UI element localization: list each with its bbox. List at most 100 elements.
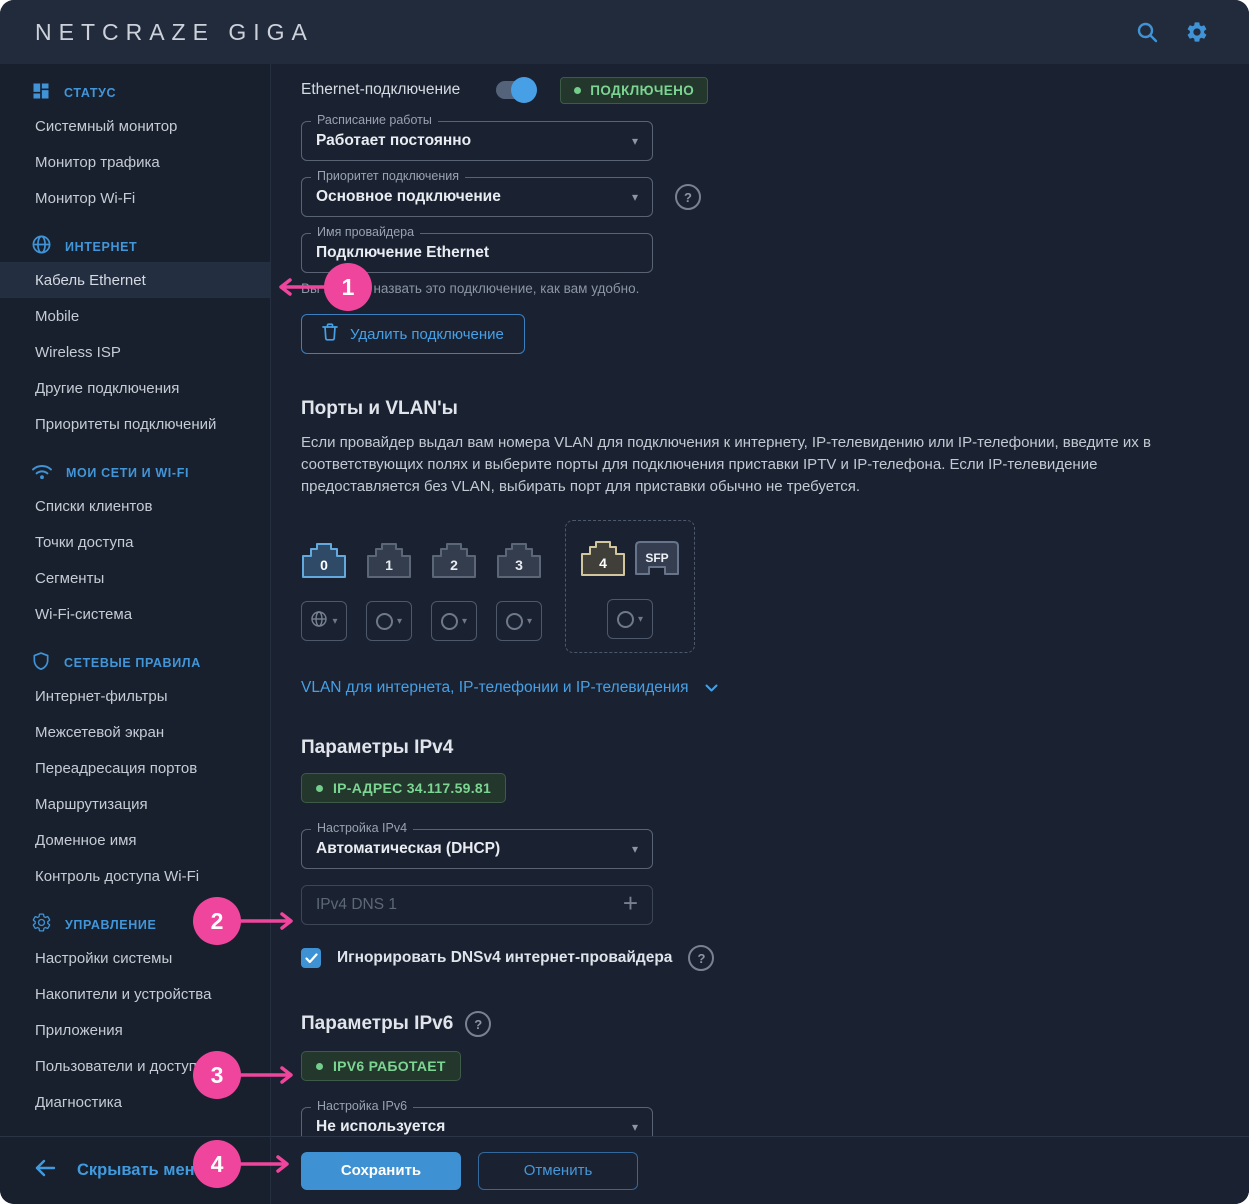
ports-section-title: Порты и VLAN'ы (301, 398, 1209, 420)
annotation-2: 2 (193, 897, 241, 945)
port-0-role-select[interactable]: ▾ (301, 601, 347, 641)
schedule-select[interactable]: Расписание работы Работает постоянно ▾ (301, 121, 653, 161)
app-header: NETCRAZE GIGA (0, 0, 1249, 64)
port-4-sfp-group: 4 SFP ▾ (565, 520, 695, 653)
connection-title: Ethernet-подключение (301, 81, 460, 99)
annotation-2-arrow (238, 911, 298, 931)
ports-row: 0 ▾ 1 ▾ 2 ▾ 3 ▾ (301, 520, 1209, 653)
circle-icon (376, 613, 393, 630)
globe-icon (31, 234, 52, 260)
main-panel: Ethernet-подключение ПОДКЛЮЧЕНО Расписан… (270, 64, 1249, 1204)
port-2-icon[interactable]: 2 (431, 541, 477, 584)
ipv6-section-title: Параметры IPv6 ? (301, 1011, 1209, 1037)
ipv6-config-select[interactable]: Настройка IPv6 Не используется ▾ (301, 1107, 653, 1136)
ignore-dns-checkbox[interactable] (301, 948, 321, 968)
chevron-down-icon: ▾ (632, 842, 638, 856)
delete-connection-button[interactable]: Удалить подключение (301, 314, 525, 354)
chevron-down-icon (705, 679, 718, 697)
save-button[interactable]: Сохранить (301, 1152, 461, 1190)
ipv4-config-value: Автоматическая (DHCP) (316, 840, 624, 858)
sidebar-item-segments[interactable]: Сегменты (0, 560, 270, 596)
sidebar-item-wifi-monitor[interactable]: Монитор Wi-Fi (0, 180, 270, 216)
help-icon[interactable]: ? (688, 945, 714, 971)
ipv4-address-badge: IP-АДРЕС 34.117.59.81 (301, 773, 506, 803)
chevron-down-icon: ▾ (397, 616, 402, 627)
port-0-icon[interactable]: 0 (301, 541, 347, 584)
sidebar-item-system-monitor[interactable]: Системный монитор (0, 108, 270, 144)
port-1-role-select[interactable]: ▾ (366, 601, 412, 641)
sidebar-item-port-forwarding[interactable]: Переадресация портов (0, 750, 270, 786)
ipv4-dns-field[interactable]: + (301, 885, 653, 925)
priority-select[interactable]: Приоритет подключения Основное подключен… (301, 177, 653, 217)
status-dot-icon (574, 87, 581, 94)
port-1-icon[interactable]: 1 (366, 541, 412, 584)
annotation-3-arrow (238, 1065, 298, 1085)
sidebar-item-firewall[interactable]: Межсетевой экран (0, 714, 270, 750)
provider-name-input[interactable] (316, 244, 638, 262)
port-2-role-select[interactable]: ▾ (431, 601, 477, 641)
circle-icon (441, 613, 458, 630)
sidebar-item-applications[interactable]: Приложения (0, 1012, 270, 1048)
status-dot-icon (316, 785, 323, 792)
ipv4-section-title: Параметры IPv4 (301, 737, 1209, 759)
sidebar-item-traffic-monitor[interactable]: Монитор трафика (0, 144, 270, 180)
chevron-down-icon: ▾ (632, 1120, 638, 1134)
help-icon[interactable]: ? (675, 184, 701, 210)
wifi-icon (31, 462, 53, 485)
search-icon[interactable] (1135, 20, 1159, 44)
sidebar-item-routing[interactable]: Маршрутизация (0, 786, 270, 822)
ipv6-config-value: Не используется (316, 1118, 624, 1136)
port-sfp-icon[interactable]: SFP (634, 539, 680, 582)
cancel-button[interactable]: Отменить (478, 1152, 638, 1190)
annotation-1-arrow (274, 277, 328, 297)
svg-text:2: 2 (450, 557, 458, 573)
sidebar-item-storage-devices[interactable]: Накопители и устройства (0, 976, 270, 1012)
vlan-settings-link[interactable]: VLAN для интернета, IP-телефонии и IP-те… (301, 679, 718, 697)
sidebar-item-other-connections[interactable]: Другие подключения (0, 370, 270, 406)
sidebar-item-mobile[interactable]: Mobile (0, 298, 270, 334)
svg-text:1: 1 (385, 557, 393, 573)
chevron-down-icon: ▾ (632, 134, 638, 148)
sidebar-item-access-points[interactable]: Точки доступа (0, 524, 270, 560)
port-4-icon[interactable]: 4 (580, 539, 626, 582)
collapse-menu-label[interactable]: Скрывать меню (77, 1161, 209, 1180)
trash-icon (322, 323, 338, 345)
sidebar-item-wifi-system[interactable]: Wi-Fi-система (0, 596, 270, 632)
gear-icon[interactable] (1185, 20, 1209, 44)
annotation-1: 1 (324, 263, 372, 311)
port-3-role-select[interactable]: ▾ (496, 601, 542, 641)
annotation-3: 3 (193, 1051, 241, 1099)
circle-icon (617, 611, 634, 628)
dashboard-icon (31, 81, 51, 106)
connection-toggle[interactable] (496, 81, 534, 99)
sidebar-item-system-settings[interactable]: Настройки системы (0, 940, 270, 976)
sidebar-item-connection-priorities[interactable]: Приоритеты подключений (0, 406, 270, 442)
sidebar-item-client-lists[interactable]: Списки клиентов (0, 488, 270, 524)
sidebar-item-internet-filters[interactable]: Интернет-фильтры (0, 678, 270, 714)
schedule-value: Работает постоянно (316, 132, 624, 150)
ignore-dns-label: Игнорировать DNSv4 интернет-провайдера (337, 949, 672, 967)
port-4-sfp-role-select[interactable]: ▾ (607, 599, 653, 639)
priority-value: Основное подключение (316, 188, 624, 206)
app-logo: NETCRAZE GIGA (35, 19, 314, 46)
svg-text:4: 4 (599, 555, 607, 571)
shield-icon (31, 650, 51, 677)
sidebar-item-ethernet-cable[interactable]: Кабель Ethernet (0, 262, 270, 298)
ipv4-dns-input[interactable] (316, 896, 623, 914)
port-3-icon[interactable]: 3 (496, 541, 542, 584)
provider-name-hint: Вы можете назвать это подключение, как в… (301, 281, 1209, 296)
ipv6-status-badge: IPV6 РАБОТАЕТ (301, 1051, 461, 1081)
sidebar-item-wireless-isp[interactable]: Wireless ISP (0, 334, 270, 370)
chevron-down-icon: ▾ (332, 616, 337, 627)
sidebar-item-wifi-access-control[interactable]: Контроль доступа Wi-Fi (0, 858, 270, 894)
sidebar-section-internet: ИНТЕРНЕТ (0, 232, 270, 262)
connection-status-badge: ПОДКЛЮЧЕНО (560, 77, 708, 104)
help-icon[interactable]: ? (465, 1011, 491, 1037)
svg-text:0: 0 (320, 557, 328, 573)
sidebar-section-my-networks: МОИ СЕТИ И WI-FI (0, 458, 270, 488)
ipv4-config-select[interactable]: Настройка IPv4 Автоматическая (DHCP) ▾ (301, 829, 653, 869)
sidebar-item-domain-name[interactable]: Доменное имя (0, 822, 270, 858)
plus-icon[interactable]: + (623, 890, 638, 916)
delete-connection-label: Удалить подключение (350, 326, 504, 343)
svg-text:3: 3 (515, 557, 523, 573)
